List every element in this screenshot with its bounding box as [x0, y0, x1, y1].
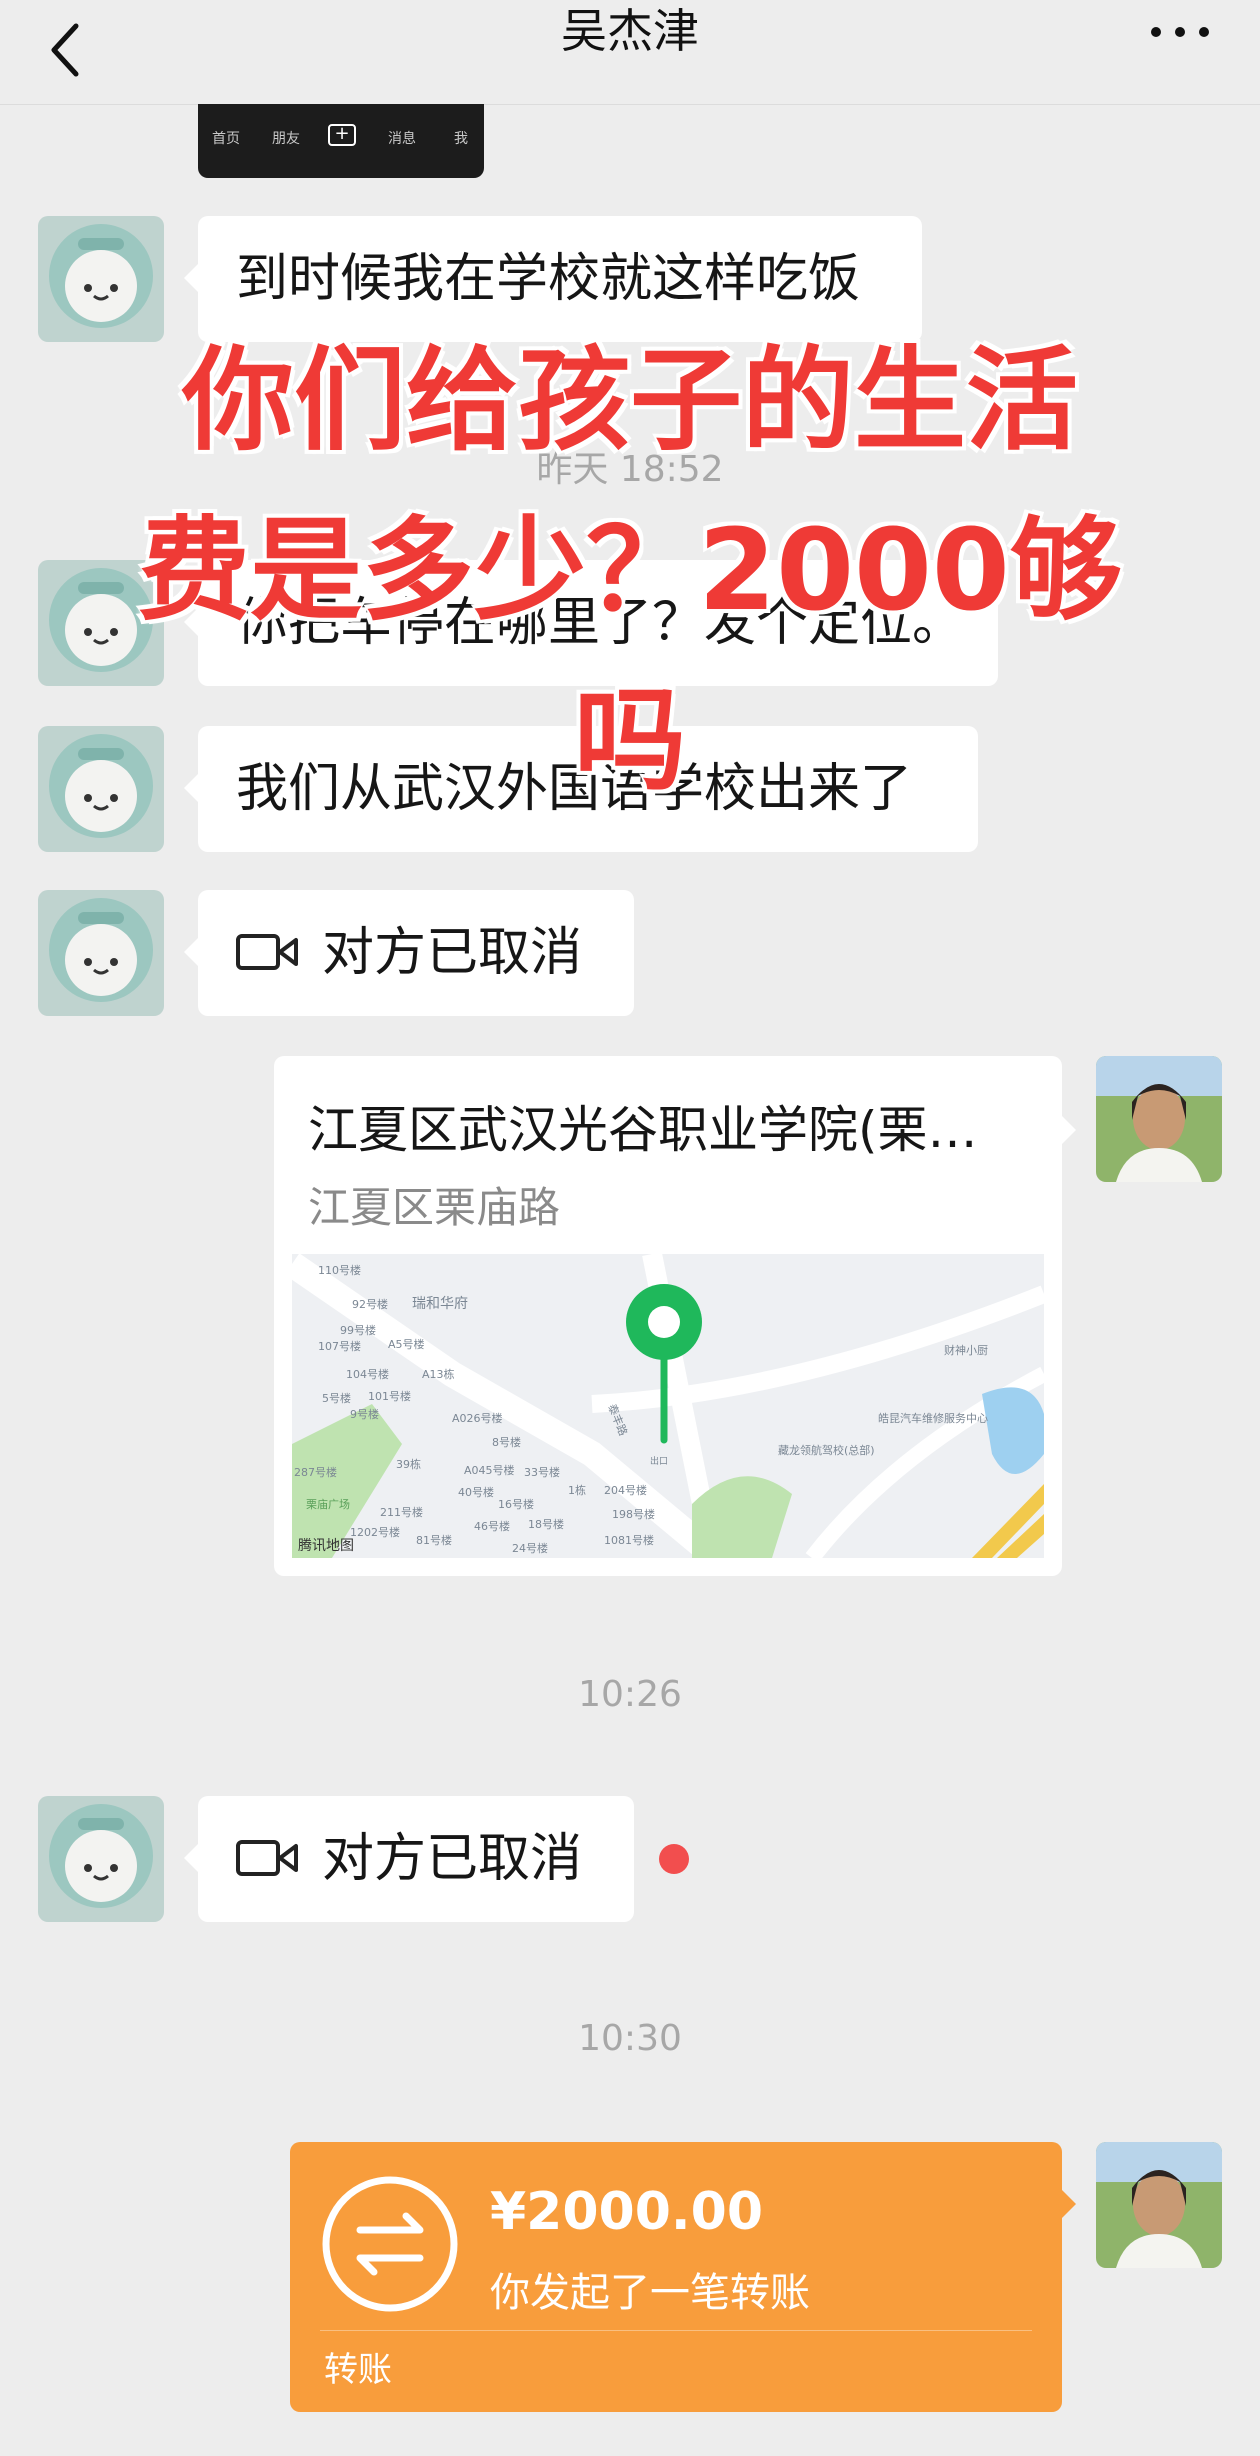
map-label: 33号楼 [524, 1465, 560, 1479]
overlay-caption-line3: 吗 [574, 676, 686, 806]
shot-tab-me: 我 [454, 131, 468, 147]
map-label: 92号楼 [352, 1297, 388, 1311]
chat-header: 吴杰津 [0, 0, 1260, 105]
transfer-description: 你发起了一笔转账 [490, 2270, 810, 2316]
timestamp: 10:30 [578, 2018, 682, 2059]
map-label: 财神小厨 [944, 1343, 988, 1357]
map-label: 1栋 [568, 1483, 586, 1497]
location-address: 江夏区栗庙路 [308, 1183, 561, 1232]
map-label: A045号楼 [464, 1463, 515, 1477]
location-card[interactable]: 江夏区武汉光谷职业学院(栗… 江夏区栗庙路 110号楼 92号楼 瑞和华府 99… [274, 1056, 1076, 1576]
map-label: 101号楼 [368, 1389, 411, 1403]
map-label: 204号楼 [604, 1483, 647, 1497]
transfer-amount: ¥2000.00 [490, 2182, 764, 2242]
map-label: 39栋 [396, 1457, 421, 1471]
contact-avatar[interactable] [38, 890, 164, 1016]
image-message-thumbnail[interactable]: 首页 朋友 + 消息 我 [198, 104, 484, 178]
transfer-arrows-icon [322, 2176, 458, 2312]
video-camera-icon [236, 1840, 298, 1876]
overlay-caption-line2: 费是多少？2000够 [138, 506, 1122, 636]
my-avatar-image [1096, 2142, 1222, 2268]
map-label: 8号楼 [492, 1435, 521, 1449]
my-avatar-image [1096, 1056, 1222, 1182]
map-label: 栗庙广场 [306, 1497, 350, 1511]
map-preview[interactable]: 110号楼 92号楼 瑞和华府 99号楼 107号楼 A5号楼 104号楼 A1… [292, 1254, 1044, 1558]
map-label: A5号楼 [388, 1337, 425, 1351]
map-label: 99号楼 [340, 1323, 376, 1337]
map-label: 198号楼 [612, 1507, 655, 1521]
video-call-status: 对方已取消 [322, 1829, 583, 1889]
unread-dot [659, 1844, 689, 1874]
map-label: 107号楼 [318, 1339, 361, 1353]
video-call-status: 对方已取消 [322, 923, 583, 983]
more-dots-icon[interactable] [1148, 20, 1212, 44]
video-call-bubble[interactable]: 对方已取消 [184, 1796, 634, 1922]
shot-tab-messages: 消息 [388, 131, 416, 147]
map-label: 瑞和华府 [412, 1296, 468, 1312]
contact-avatar-image [38, 1796, 164, 1922]
location-name: 江夏区武汉光谷职业学院(栗… [308, 1101, 978, 1159]
map-label: 1081号楼 [604, 1533, 654, 1547]
transfer-card[interactable]: ¥2000.00 你发起了一笔转账 转账 [290, 2142, 1076, 2412]
my-avatar[interactable] [1096, 2142, 1222, 2268]
contact-avatar[interactable] [38, 216, 164, 342]
map-label: 5号楼 [322, 1391, 351, 1405]
map-brand: 腾讯地图 [298, 1537, 354, 1554]
map-label: 287号楼 [294, 1465, 337, 1479]
chat-title: 吴杰津 [561, 4, 699, 58]
map-label: 40号楼 [458, 1485, 494, 1499]
my-avatar[interactable] [1096, 1056, 1222, 1182]
map-label: 18号楼 [528, 1517, 564, 1531]
map-label: 46号楼 [474, 1519, 510, 1533]
map-label: 皓昆汽车维修服务中心 [878, 1411, 988, 1425]
video-call-bubble[interactable]: 对方已取消 [184, 890, 634, 1016]
contact-avatar-image [38, 890, 164, 1016]
video-camera-icon [236, 934, 298, 970]
map-label: 110号楼 [318, 1263, 361, 1277]
map-label: A13栋 [422, 1367, 455, 1381]
map-label: 81号楼 [416, 1533, 452, 1547]
contact-avatar[interactable] [38, 1796, 164, 1922]
map-label: 104号楼 [346, 1367, 389, 1381]
transfer-divider [320, 2330, 1032, 2331]
shot-tab-friends: 朋友 [272, 131, 300, 147]
map-label: 9号楼 [350, 1407, 379, 1421]
map-label: 藏龙领航驾校(总部) [778, 1443, 875, 1457]
map-label: 24号楼 [512, 1541, 548, 1555]
map-image: 110号楼 92号楼 瑞和华府 99号楼 107号楼 A5号楼 104号楼 A1… [292, 1254, 1044, 1558]
timestamp: 10:26 [578, 1674, 682, 1715]
overlay-caption-line1: 你们给孩子的生活 [182, 336, 1078, 466]
transfer-label: 转账 [324, 2350, 392, 2390]
map-label: 16号楼 [498, 1497, 534, 1511]
message-bubble[interactable]: 到时候我在学校就这样吃饭 [184, 216, 922, 342]
shot-tab-home: 首页 [212, 131, 240, 147]
contact-avatar-image [38, 216, 164, 342]
map-label: 1202号楼 [350, 1525, 400, 1539]
map-label: 211号楼 [380, 1505, 423, 1519]
map-label: 出口 [650, 1455, 668, 1467]
map-label: A026号楼 [452, 1411, 503, 1425]
shot-plus-icon: + [328, 124, 356, 146]
